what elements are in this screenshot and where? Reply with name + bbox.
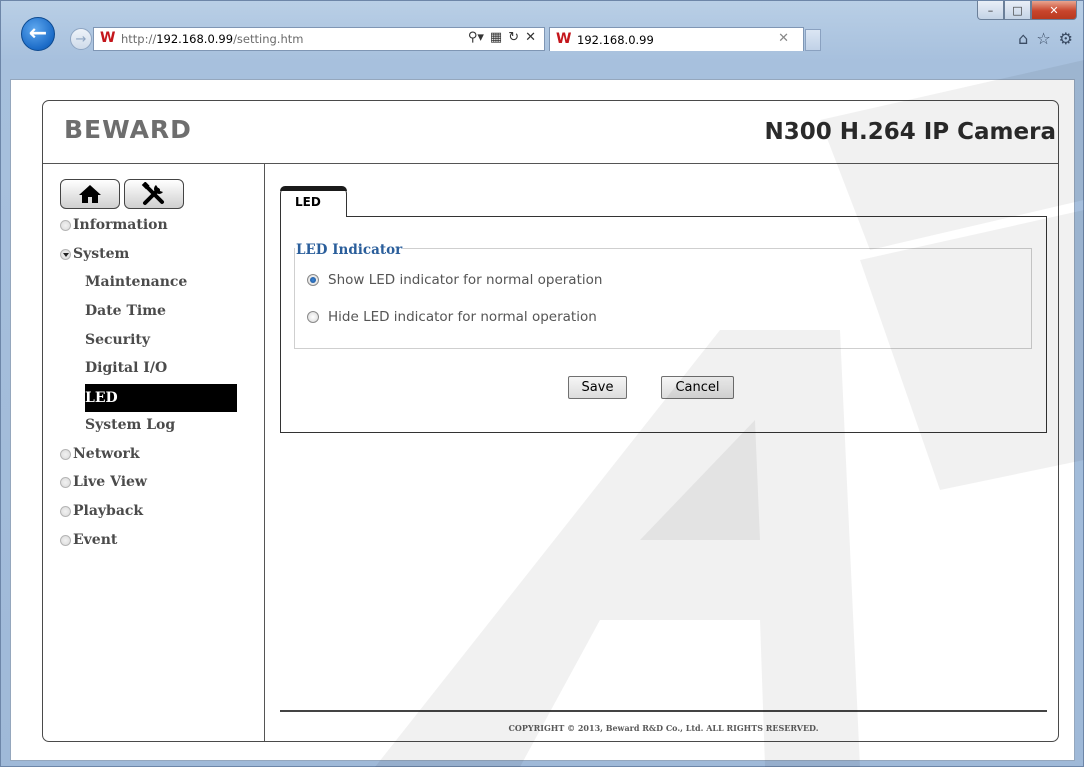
close-window-button[interactable]: ✕ [1031, 1, 1077, 20]
cancel-button[interactable]: Cancel [661, 376, 734, 399]
menu-item-network[interactable]: Network [60, 443, 140, 465]
sidebar: Information System Maintenance Date Time… [43, 164, 265, 741]
collapsed-bullet-icon [60, 505, 71, 517]
menu-item-system[interactable]: System [60, 243, 129, 265]
menu-item-playback[interactable]: Playback [60, 500, 143, 522]
stop-icon[interactable]: ✕ [525, 30, 536, 45]
brand-logo: BEWARD [64, 115, 192, 144]
submenu-item-date-time[interactable]: Date Time [85, 300, 237, 322]
led-settings-panel: LED Indicator Show LED indicator for nor… [280, 216, 1047, 433]
address-url: http://192.168.0.99/setting.htm [121, 32, 304, 46]
menu-item-event[interactable]: Event [60, 529, 117, 551]
hide-led-option[interactable]: Hide LED indicator for normal operation [307, 307, 597, 327]
tools-icon [141, 182, 164, 205]
submenu-item-digital-io[interactable]: Digital I/O [85, 357, 237, 379]
submenu-item-maintenance[interactable]: Maintenance [85, 271, 237, 293]
footer-divider [280, 710, 1047, 712]
page-viewport: BEWARD N300 H.264 IP Camera Information … [10, 79, 1075, 761]
address-bar[interactable]: http://192.168.0.99/setting.htm ⚲▾ ▦ ↻ ✕ [93, 27, 545, 51]
menu-item-information[interactable]: Information [60, 214, 168, 236]
app-header: BEWARD N300 H.264 IP Camera [43, 101, 1058, 164]
browser-window: – □ ✕ ← → http://192.168.0.99/setting.ht… [0, 0, 1084, 767]
tab-led[interactable]: LED [280, 186, 347, 217]
collapsed-bullet-icon [60, 534, 71, 546]
minimize-button[interactable]: – [977, 1, 1004, 20]
site-favicon-icon [100, 30, 116, 46]
submenu-item-led[interactable]: LED [85, 384, 237, 412]
setup-button[interactable] [124, 179, 184, 209]
collapsed-bullet-icon [60, 476, 71, 488]
collapsed-bullet-icon [60, 448, 71, 460]
forward-button[interactable]: → [70, 28, 92, 50]
back-button[interactable]: ← [21, 17, 55, 51]
menu-item-live-view[interactable]: Live View [60, 471, 147, 493]
hide-led-radio[interactable] [307, 311, 319, 323]
tab-title: 192.168.0.99 [577, 32, 654, 47]
camera-app: BEWARD N300 H.264 IP Camera Information … [42, 100, 1059, 742]
expanded-bullet-icon [60, 248, 71, 260]
window-controls: – □ ✕ [977, 1, 1077, 21]
compat-view-icon[interactable]: ▦ [490, 30, 502, 45]
tab-close-icon[interactable]: ✕ [778, 31, 789, 46]
led-indicator-fieldset [294, 248, 1032, 349]
collapsed-bullet-icon [60, 219, 71, 231]
favorites-icon[interactable]: ☆ [1036, 29, 1050, 48]
maximize-button[interactable]: □ [1004, 1, 1031, 20]
home-page-icon[interactable]: ⌂ [1018, 29, 1028, 48]
refresh-icon[interactable]: ↻ [508, 30, 519, 45]
new-tab-button[interactable] [805, 29, 821, 51]
home-button[interactable] [60, 179, 120, 209]
settings-gear-icon[interactable]: ⚙ [1059, 29, 1073, 48]
search-icon[interactable]: ⚲▾ [468, 30, 484, 45]
submenu-item-security[interactable]: Security [85, 329, 237, 351]
main-content: LED LED Indicator Show LED indicator for… [266, 164, 1058, 741]
home-icon [79, 185, 101, 203]
tab-favicon-icon [556, 31, 572, 47]
submenu-item-system-log[interactable]: System Log [85, 414, 237, 436]
product-title: N300 H.264 IP Camera [764, 119, 1056, 145]
show-led-radio[interactable] [307, 274, 319, 286]
show-led-option[interactable]: Show LED indicator for normal operation [307, 270, 602, 290]
sidebar-toolbar [60, 179, 184, 209]
browser-icons: ⌂ ☆ ⚙ [1018, 29, 1073, 48]
led-indicator-legend: LED Indicator [295, 242, 404, 258]
browser-tab[interactable]: 192.168.0.99 ✕ [549, 27, 804, 51]
copyright-text: COPYRIGHT © 2013, Beward R&D Co., Ltd. A… [508, 723, 819, 733]
address-tools: ⚲▾ ▦ ↻ ✕ [468, 30, 536, 45]
save-button[interactable]: Save [568, 376, 627, 399]
